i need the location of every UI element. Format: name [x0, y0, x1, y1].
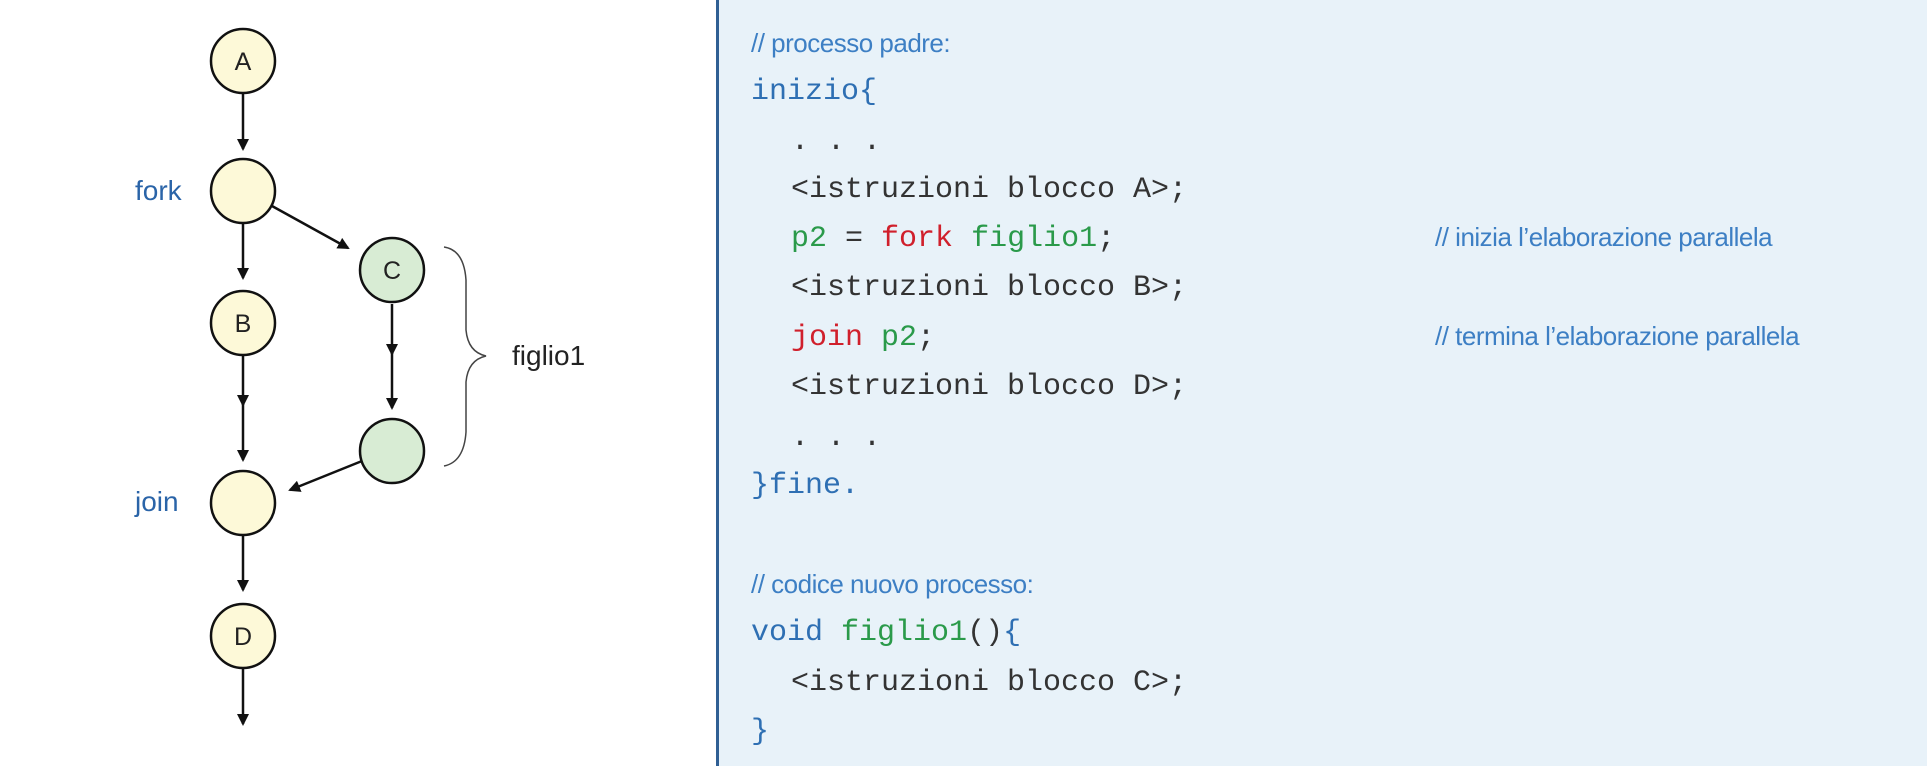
- code-instr-c: <istruzioni blocco C>;: [791, 666, 1188, 700]
- node-b: B: [209, 289, 277, 357]
- comment-fork: // inizia l’elaborazione parallela: [1435, 222, 1773, 252]
- child-brace: [443, 246, 487, 467]
- fork-keyword: fork: [881, 222, 954, 256]
- node-c: C: [358, 236, 426, 304]
- diagram-canvas: A B C D fork join figlio1: [134, 27, 585, 726]
- child-label: figlio1: [512, 340, 585, 371]
- start-keyword: inizio: [751, 75, 860, 109]
- code-instr-b: <istruzioni blocco B>;: [791, 271, 1188, 305]
- code-panel: // processo padre: inizio{ . . . <istruz…: [716, 0, 1927, 766]
- fork-var: p2: [791, 222, 828, 256]
- fork-join-diagram: A B C D fork join figlio1: [0, 0, 716, 766]
- join-var: p2: [881, 321, 918, 355]
- fork-target: figlio1: [971, 222, 1098, 256]
- child-brace-close: }: [751, 715, 770, 749]
- node-a: A: [209, 27, 277, 95]
- fork-eq: =: [827, 222, 882, 256]
- join-keyword: join: [791, 321, 864, 355]
- node-d: D: [209, 602, 277, 670]
- end-keyword: fine.: [769, 469, 860, 503]
- fork-label: fork: [135, 175, 183, 206]
- code-instr-a: <istruzioni blocco A>;: [791, 173, 1188, 207]
- code-instr-d: <istruzioni blocco D>;: [791, 370, 1188, 404]
- comment-join: // termina l’elaborazione parallela: [1435, 321, 1800, 351]
- code-line-child-end: }: [751, 712, 769, 752]
- code-dots-1: . . .: [791, 125, 882, 159]
- comment-parent: // processo padre:: [751, 28, 951, 58]
- code-line-start: inizio{: [751, 72, 877, 112]
- code-line-child-decl: void figlio1(){: [751, 613, 1021, 653]
- node-d-label: D: [234, 623, 252, 651]
- child-type: void: [751, 616, 824, 650]
- node-c-label: C: [383, 257, 401, 285]
- join-semi: ;: [917, 321, 936, 355]
- code-line-fork: p2 = fork figlio1;: [751, 219, 1115, 259]
- node-fork: [209, 157, 277, 225]
- child-parens: (): [967, 616, 1004, 650]
- comment-child: // codice nuovo processo:: [751, 569, 1034, 599]
- child-brace-open: {: [1003, 616, 1022, 650]
- edge-fork-c: [271, 204, 350, 250]
- end-brace: }: [751, 469, 770, 503]
- child-name: figlio1: [841, 616, 968, 650]
- code-line-end: }fine.: [751, 466, 859, 506]
- start-brace: {: [859, 75, 878, 109]
- code-line-join: join p2;: [751, 318, 935, 358]
- code-dots-2: . . .: [791, 421, 882, 455]
- join-label: join: [134, 486, 179, 517]
- node-b-label: B: [235, 310, 252, 338]
- node-join: [209, 469, 277, 537]
- fork-semi: ;: [1097, 222, 1116, 256]
- edge-child-join: [288, 459, 363, 492]
- node-a-label: A: [235, 48, 252, 76]
- node-child-end: [358, 417, 426, 485]
